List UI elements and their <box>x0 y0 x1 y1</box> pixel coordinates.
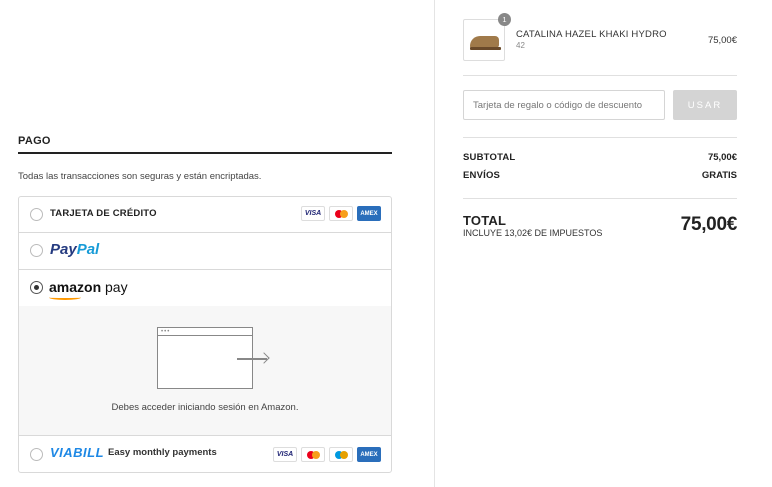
arrow-right-icon <box>237 358 267 360</box>
order-summary-column: 1 CATALINA HAZEL KHAKI HYDRO 42 75,00€ U… <box>435 0 772 487</box>
total-tax-note: INCLUYE 13,02€ DE IMPUESTOS <box>463 228 603 238</box>
shipping-label: ENVÍOS <box>463 170 501 181</box>
amazon-pay-logo: amazon pay <box>49 279 128 295</box>
subtotal-value: 75,00€ <box>707 152 737 163</box>
discount-code-input[interactable] <box>463 90 665 120</box>
product-size: 42 <box>516 41 525 50</box>
viabill-logo: VIABILL <box>50 445 105 460</box>
section-title-rule <box>18 152 392 154</box>
product-thumbnail <box>463 19 505 61</box>
paypal-logo: PayPal <box>50 241 99 258</box>
visa-icon: VISA <box>273 447 297 462</box>
amazon-logo-pay: pay <box>101 279 128 295</box>
mastercard-icon <box>301 447 325 462</box>
product-name: CATALINA HAZEL KHAKI HYDRO <box>516 29 667 40</box>
divider <box>463 75 737 76</box>
payment-option-amazon-pay[interactable]: amazon pay <box>19 270 391 306</box>
divider <box>463 137 737 138</box>
card-radio[interactable] <box>30 208 43 221</box>
amex-icon: AMEX <box>357 206 381 221</box>
paypal-logo-part2: Pal <box>76 241 100 258</box>
subtotal-label: SUBTOTAL <box>463 152 516 163</box>
viabill-description: Easy monthly payments <box>108 447 217 458</box>
total-label: TOTAL <box>463 213 507 228</box>
paypal-radio[interactable] <box>30 244 43 257</box>
total-value: 75,00€ <box>680 214 738 235</box>
card-label: TARJETA DE CRÉDITO <box>50 208 157 219</box>
shipping-value: GRATIS <box>701 170 737 181</box>
payment-option-viabill[interactable]: VIABILL Easy monthly payments VISA AMEX <box>19 436 391 472</box>
viabill-brand-icons: VISA AMEX <box>273 447 381 462</box>
amazon-smile-icon <box>49 295 81 300</box>
amazon-login-message: Debes acceder iniciando sesión en Amazon… <box>111 402 299 413</box>
payment-option-paypal[interactable]: PayPal <box>19 233 391 270</box>
payment-methods-box: TARJETA DE CRÉDITO VISA AMEX PayPal amaz… <box>18 196 392 473</box>
viabill-radio[interactable] <box>30 448 43 461</box>
amazon-pay-radio[interactable] <box>30 281 43 294</box>
amazon-logo-word: amazon <box>49 279 102 295</box>
amazon-pay-panel: ••• Debes acceder iniciando sesión en Am… <box>19 306 391 436</box>
amex-icon: AMEX <box>357 447 381 462</box>
payment-option-card[interactable]: TARJETA DE CRÉDITO VISA AMEX <box>19 197 391 233</box>
quantity-badge: 1 <box>498 13 511 26</box>
visa-icon: VISA <box>301 206 325 221</box>
paypal-logo-part1: Pay <box>50 241 77 258</box>
shoe-image <box>470 36 501 50</box>
apply-discount-button[interactable]: USAR <box>673 90 737 120</box>
payment-column: PAGO Todas las transacciones son seguras… <box>0 0 434 487</box>
divider <box>463 198 737 199</box>
payment-section-title: PAGO <box>18 135 51 147</box>
card-brand-icons: VISA AMEX <box>301 206 381 221</box>
secure-transactions-text: Todas las transacciones son seguras y es… <box>18 171 262 182</box>
product-price: 75,00€ <box>707 35 737 46</box>
mastercard-icon <box>329 206 353 221</box>
maestro-icon <box>329 447 353 462</box>
